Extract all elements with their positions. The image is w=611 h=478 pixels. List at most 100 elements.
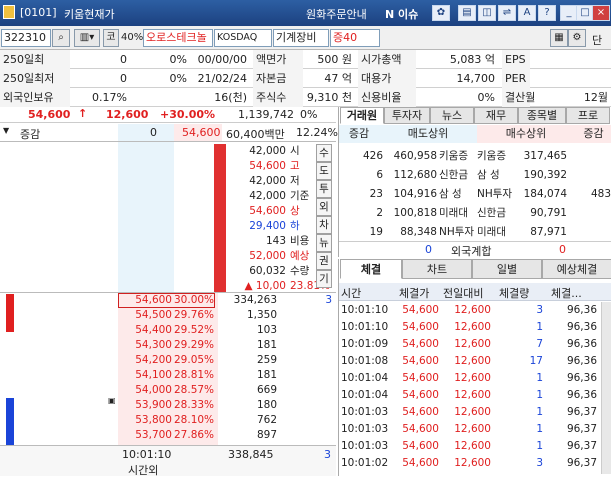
bid-row[interactable]: 54,000 28.57% 669 [0, 383, 336, 398]
summary-value: 54,600 [249, 205, 286, 217]
trade-tab[interactable]: 차트 [402, 259, 472, 279]
broker-tab[interactable]: 거래원 [340, 107, 384, 124]
bid-price: 54,400 [135, 324, 172, 336]
side-button[interactable]: 도 [316, 162, 332, 180]
trade-strength: 96,37 [566, 457, 597, 469]
summary-row: 60,032 수량 [0, 264, 336, 279]
search-icon[interactable]: ⌕ [52, 29, 70, 47]
link-icon[interactable]: ⇌ [498, 5, 516, 21]
summary-row: 42,000 저 [0, 174, 336, 189]
side-button[interactable]: 기 [316, 270, 332, 288]
bid-qty: 669 [256, 384, 277, 396]
close-icon[interactable]: × [592, 5, 610, 21]
broker-head-inc: 증감 [339, 125, 379, 143]
broker-tab[interactable]: 뉴스 [430, 107, 474, 124]
broker-buy-name: 키움증 [477, 150, 506, 162]
broker-head-buy: 매수상위 [477, 125, 575, 143]
summary-key: 시 [290, 145, 300, 157]
issue-button[interactable]: N 이슈 [385, 6, 418, 22]
summary-row: 54,600 상 [0, 204, 336, 219]
trade-time: 10:01:03 [341, 423, 389, 435]
summary-row: ▲ 10,00 23.81% [0, 279, 336, 294]
stock-name-field[interactable]: 오로스테크놀 [143, 29, 213, 47]
bid-row[interactable]: 54,200 29.05% 259 [0, 353, 336, 368]
bid-row[interactable]: 53,800 28.10% 762 [0, 413, 336, 428]
leaf-icon[interactable]: ✿ [432, 5, 450, 21]
trade-time: 10:01:03 [341, 406, 389, 418]
side-button[interactable]: 외 [316, 198, 332, 216]
broker-buy-qty: 190,392 [523, 169, 567, 181]
bid-row[interactable]: 54,600 30.00% 334,263 3 [0, 293, 336, 308]
bid-qty: 334,263 [233, 294, 277, 306]
bid-row[interactable]: 53,700 27.86% 897 [0, 428, 336, 443]
broker-tab[interactable]: 투자자 [384, 107, 430, 124]
broker-tab[interactable]: 재무 [474, 107, 518, 124]
help-icon[interactable]: ? [538, 5, 556, 21]
broker-buy-name: 신한금 [477, 207, 506, 219]
broker-header: 증감 매도상위 매수상위 증감 [339, 125, 611, 143]
bid-row[interactable]: 53,900 28.33% 180 [0, 398, 336, 413]
broker-tab[interactable]: 프로 [566, 107, 610, 124]
trade-row: 10:01:09 54,600 12,600 7 96,36 [339, 336, 611, 353]
grid-icon[interactable]: ▦ [550, 29, 568, 47]
info-d1: 00/00/00 [197, 53, 247, 66]
bid-row[interactable]: 54,300 29.29% 181 [0, 338, 336, 353]
side-button[interactable]: 뉴 [316, 234, 332, 252]
trade-change: 12,600 [454, 457, 491, 469]
bid-rate: 30.00% [174, 294, 215, 306]
broker-row[interactable]: 6 112,680 신한금 삼 성 190,392 [339, 166, 611, 185]
trade-change: 12,600 [454, 406, 491, 418]
notice-link[interactable]: 원화주문안내 [306, 6, 367, 22]
broker-sell-name: 미래대 [439, 207, 468, 219]
trade-change: 12,600 [454, 338, 491, 350]
broker-row[interactable]: 2 100,818 미래대 신한금 90,791 [339, 204, 611, 223]
broker-row[interactable]: 23 104,916 삼 성 NH투자 184,074 483 [339, 185, 611, 204]
trade-price: 54,600 [402, 338, 439, 350]
up-arrow-icon: ↑ [78, 107, 88, 120]
trade-tab[interactable]: 예상체결 [542, 259, 611, 279]
bid-row[interactable]: 54,400 29.52% 103 [0, 323, 336, 338]
broker-row[interactable]: 426 460,958 키움증 키움증 317,465 [339, 147, 611, 166]
info-l1: 외국인보유 [0, 88, 70, 107]
bid-rate: 29.29% [174, 339, 215, 351]
alert-icon[interactable]: A [518, 5, 536, 21]
trade-price: 54,600 [402, 304, 439, 316]
bid-qty: 1,350 [246, 309, 277, 321]
bid-row[interactable]: 54,500 29.76% 1,350 [0, 308, 336, 323]
summary-key: 기준 [290, 190, 310, 202]
summary-row: 29,400 하 [0, 219, 336, 234]
info-v3: 14,700 [456, 72, 496, 85]
bid-rate: 28.81% [174, 369, 215, 381]
broker-sell-qty: 100,818 [393, 207, 437, 219]
summary-value: 42,000 [249, 175, 286, 187]
summary-value: 42,000 [249, 145, 286, 157]
trade-time: 10:01:10 [341, 304, 389, 316]
info-l4: PER [502, 69, 530, 88]
chart-dropdown-icon[interactable]: ▥▾ [74, 29, 100, 47]
app-icon [3, 5, 15, 19]
inc-amount: 60,400백만 [226, 128, 285, 141]
trade-price: 54,600 [402, 406, 439, 418]
settings-icon[interactable]: ⚙ [568, 29, 586, 47]
layout-icon[interactable]: ▤ [458, 5, 476, 21]
info-p1: 0% [169, 53, 187, 66]
side-button[interactable]: 차 [316, 216, 332, 234]
broker-row[interactable]: 19 88,348 NH투자 미래대 87,971 [339, 223, 611, 242]
trade-scrollbar[interactable] [601, 302, 611, 474]
side-button[interactable]: 권 [316, 252, 332, 270]
trade-time: 10:01:03 [341, 440, 389, 452]
bid-row[interactable]: 54,100 28.81% 181 [0, 368, 336, 383]
trade-tab[interactable]: 체결 [340, 259, 402, 279]
screen-number-icon[interactable]: ◫ [478, 5, 496, 21]
broker-tab[interactable]: 종목별 [518, 107, 566, 124]
broker-buy-inc: 483 [590, 188, 611, 200]
summary-key: 비용 [290, 235, 310, 247]
side-button[interactable]: 수 [316, 144, 332, 162]
unit-button[interactable]: 단 [592, 32, 602, 48]
foreign-left: 0 [425, 243, 432, 256]
side-button[interactable]: 투 [316, 180, 332, 198]
trade-tab[interactable]: 일별 [472, 259, 542, 279]
market-field: KOSDAQ [214, 29, 272, 47]
stock-code-input[interactable]: 322310 [1, 29, 51, 47]
expand-icon[interactable]: ▼ [3, 126, 9, 135]
